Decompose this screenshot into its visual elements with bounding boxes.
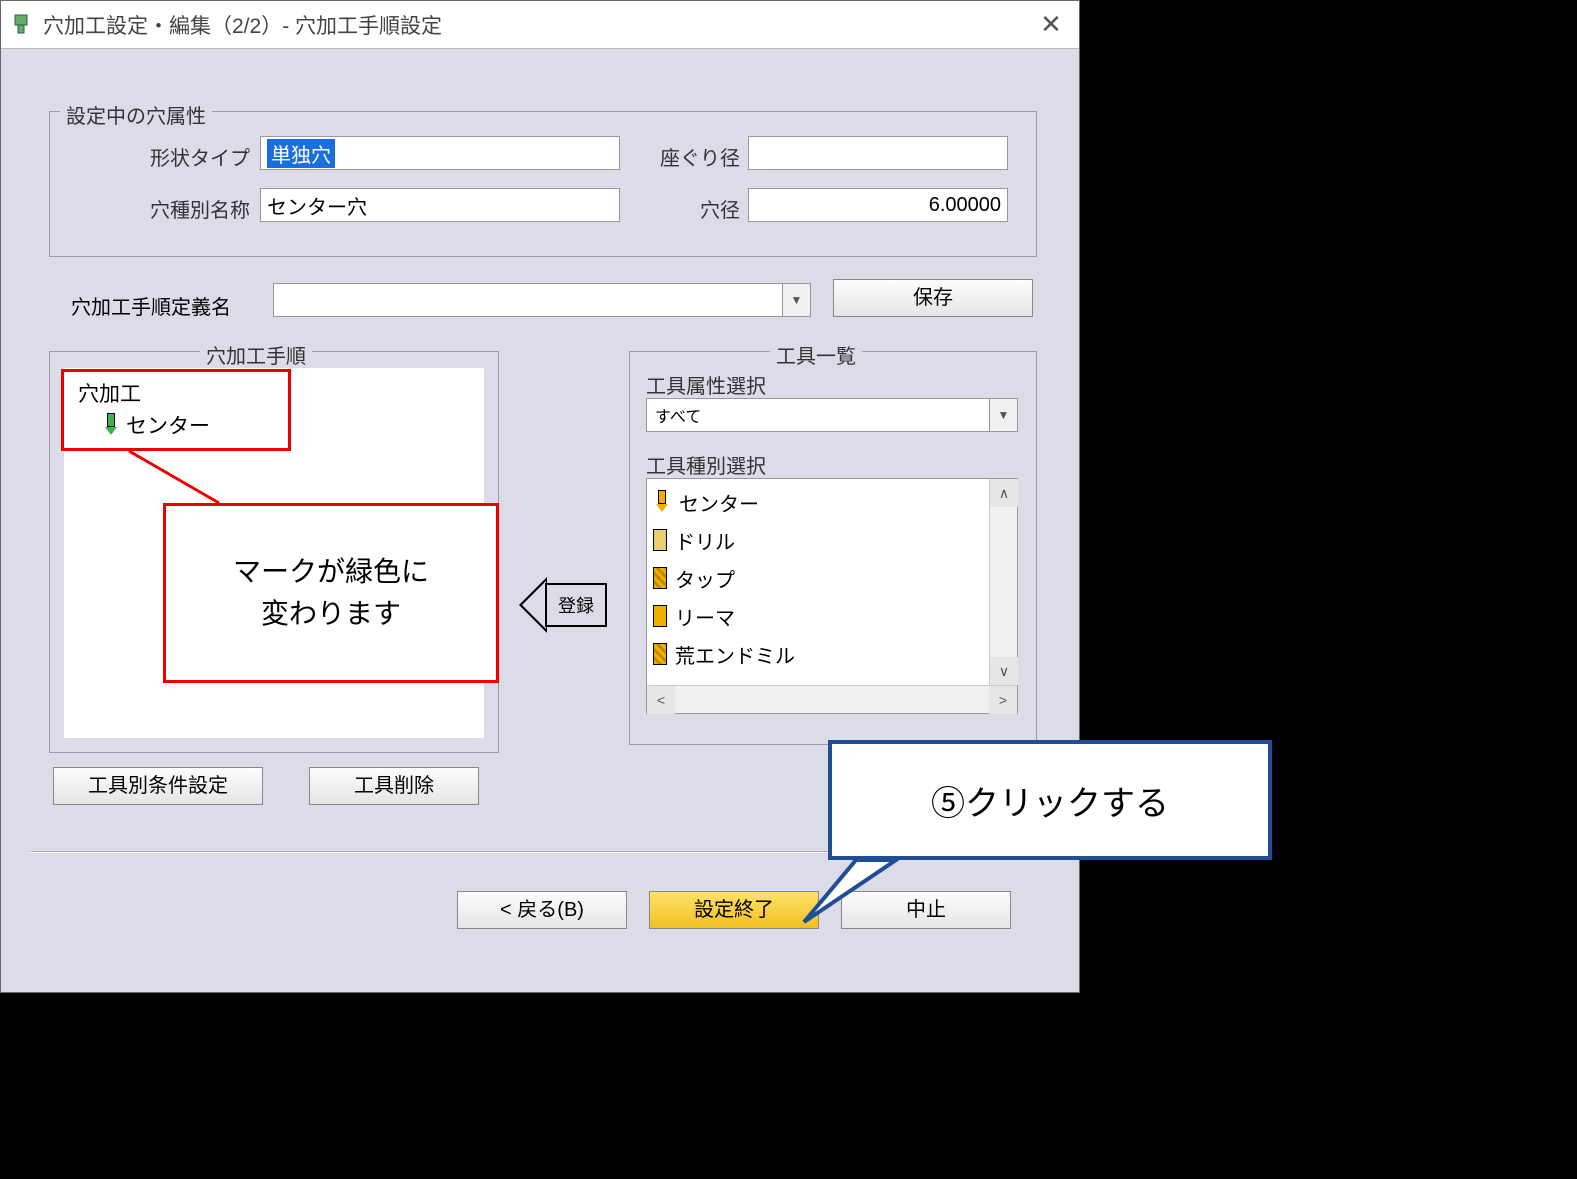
shape-type-label: 形状タイプ: [110, 142, 250, 171]
list-item-label: リーマ: [675, 602, 735, 631]
group-tool-list: 工具一覧 工具属性選択 すべて ▼ 工具種別選択 センター ドリル タップ: [629, 351, 1037, 745]
counterbore-dia-label: 座ぐり径: [640, 142, 740, 171]
hole-dia-label: 穴径: [640, 194, 740, 223]
tool-attr-label: 工具属性選択: [646, 370, 766, 399]
vertical-scrollbar[interactable]: ∧ ∨: [989, 479, 1017, 685]
list-item[interactable]: センター: [653, 483, 987, 521]
tool-attr-value: すべて: [655, 403, 701, 427]
hole-name-label: 穴種別名称: [110, 194, 250, 223]
list-item-label: 荒エンドミル: [675, 640, 795, 669]
annotation-text: マークが緑色に: [233, 556, 429, 587]
tool-attr-combo[interactable]: すべて ▼: [646, 398, 1018, 432]
tap-tool-icon: [653, 567, 667, 589]
hole-dia-value: 6.00000: [929, 194, 1001, 217]
window-title: 穴加工設定・編集（2/2）- 穴加工手順設定: [43, 10, 1031, 40]
scroll-down-icon[interactable]: ∨: [990, 657, 1018, 685]
reamer-tool-icon: [653, 605, 667, 627]
group-legend: 穴加工手順: [200, 340, 312, 369]
tool-delete-button[interactable]: 工具削除: [309, 767, 479, 805]
annotation-text: ⑤クリックする: [931, 776, 1169, 825]
shape-type-field[interactable]: 単独穴: [260, 136, 620, 170]
chevron-down-icon[interactable]: ▼: [989, 399, 1017, 431]
annotation-green-note: マークが緑色に 変わります: [163, 503, 499, 683]
shape-type-value: 単独穴: [267, 139, 335, 168]
list-item-label: タップ: [675, 564, 735, 593]
hole-dia-field[interactable]: 6.00000: [748, 188, 1008, 222]
list-item[interactable]: ドリル: [653, 521, 987, 559]
list-item-label: ドリル: [675, 526, 735, 555]
app-icon: [9, 13, 33, 37]
group-hole-attributes: 設定中の穴属性 形状タイプ 単独穴 座ぐり径 穴種別名称 センター穴 穴径 6.…: [49, 111, 1037, 257]
scroll-left-icon[interactable]: <: [647, 686, 675, 714]
annotation-step5: ⑤クリックする: [828, 740, 1272, 860]
close-icon[interactable]: ✕: [1031, 9, 1071, 40]
rough-endmill-tool-icon: [653, 643, 667, 665]
hole-name-field[interactable]: センター穴: [260, 188, 620, 222]
definition-name-label: 穴加工手順定義名: [71, 291, 231, 320]
title-bar: 穴加工設定・編集（2/2）- 穴加工手順設定 ✕: [1, 1, 1079, 49]
register-button[interactable]: 登録: [519, 569, 611, 643]
finish-button[interactable]: 設定終了: [649, 891, 819, 929]
definition-name-combo[interactable]: ▼: [273, 283, 811, 317]
list-item[interactable]: 荒エンドミル: [653, 635, 987, 673]
tool-type-label: 工具種別選択: [646, 450, 766, 479]
annotation-text: 変わります: [261, 598, 401, 629]
annotation-highlight-tree: [61, 369, 291, 451]
tool-condition-button[interactable]: 工具別条件設定: [53, 767, 263, 805]
list-item[interactable]: リーマ: [653, 597, 987, 635]
group-legend: 工具一覧: [770, 340, 862, 369]
hole-name-value: センター穴: [267, 191, 367, 220]
center-tool-icon: [653, 490, 671, 514]
back-button[interactable]: < 戻る(B): [457, 891, 627, 929]
horizontal-scrollbar[interactable]: < >: [647, 685, 1017, 713]
scroll-right-icon[interactable]: >: [989, 686, 1017, 714]
save-button[interactable]: 保存: [833, 279, 1033, 317]
register-label: 登録: [545, 583, 607, 627]
group-legend: 設定中の穴属性: [60, 100, 212, 129]
tool-type-list[interactable]: センター ドリル タップ リーマ 荒エンドミル: [646, 478, 1018, 714]
list-item[interactable]: タップ: [653, 559, 987, 597]
scroll-up-icon[interactable]: ∧: [990, 479, 1018, 507]
list-item-label: センター: [679, 488, 759, 517]
chevron-down-icon[interactable]: ▼: [782, 284, 810, 316]
annotation-callout-tail: [796, 856, 916, 936]
drill-tool-icon: [653, 529, 667, 551]
counterbore-dia-field[interactable]: [748, 136, 1008, 170]
